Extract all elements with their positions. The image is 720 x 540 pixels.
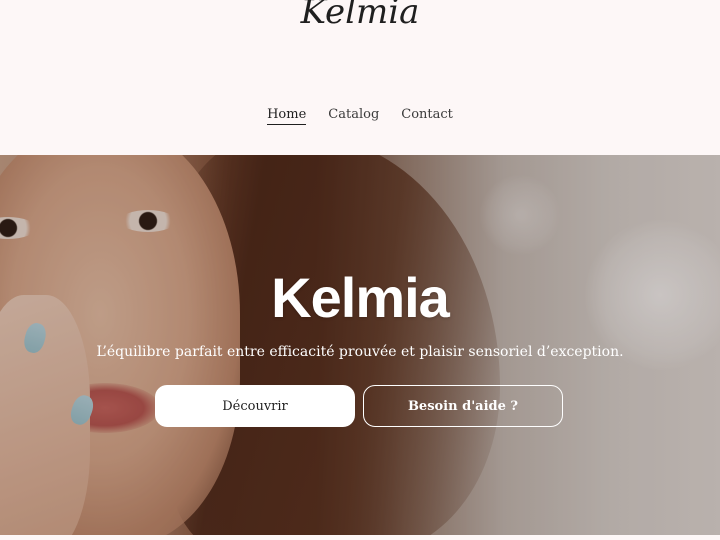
hero-tagline: L’équilibre parfait entre efficacité pro… xyxy=(96,344,624,360)
help-button[interactable]: Besoin d'aide ? xyxy=(363,385,563,427)
hero-banner: Kelmia L’équilibre parfait entre efficac… xyxy=(0,155,720,535)
nav-item-contact[interactable]: Contact xyxy=(401,107,453,125)
logo-text[interactable]: Kelmia xyxy=(301,0,420,32)
nav-item-home[interactable]: Home xyxy=(267,107,307,125)
discover-button[interactable]: Découvrir xyxy=(155,385,355,427)
logo[interactable]: Kelmia xyxy=(0,0,720,32)
site-header: Kelmia Home Catalog Contact xyxy=(0,0,720,155)
main-nav: Home Catalog Contact xyxy=(0,107,720,125)
hero-title: Kelmia xyxy=(271,266,450,329)
nav-item-catalog[interactable]: Catalog xyxy=(328,107,379,125)
